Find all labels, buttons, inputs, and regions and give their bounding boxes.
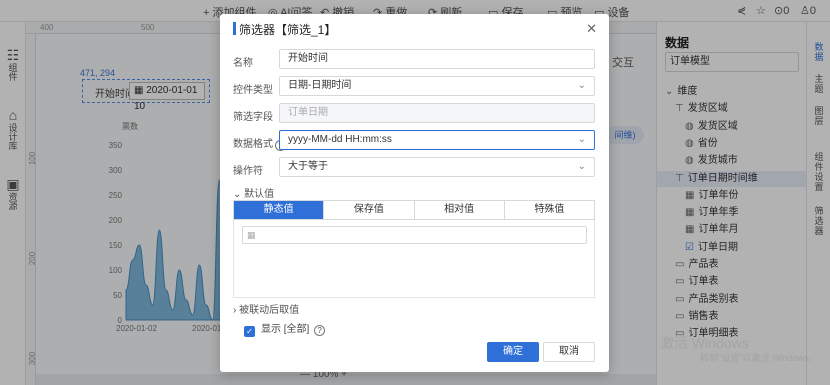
name-label: 名称 [233, 58, 253, 69]
filter-field-label: 筛选字段 [233, 112, 273, 123]
chevron-down-icon: ⌄ [577, 80, 586, 91]
operator-label: 操作符 [233, 166, 263, 177]
dialog-title: 筛选器【筛选_1】 [239, 23, 337, 37]
title-accent [233, 22, 236, 35]
show-all-checkbox[interactable]: ✓ [244, 326, 255, 337]
ok-button[interactable]: 确定 [487, 342, 539, 362]
operator-value: 大于等于 [288, 161, 328, 172]
chevron-down-icon: ⌄ [577, 161, 586, 172]
tab-saved-value[interactable]: 保存值 [324, 201, 415, 219]
default-value-tabs: 静态值 保存值 相对值 特殊值 [233, 200, 595, 220]
name-input[interactable]: 开始时间 [279, 49, 595, 69]
default-date-input[interactable]: ▦ [242, 226, 587, 244]
control-type-label: 控件类型 [233, 85, 273, 96]
tab-special-value[interactable]: 特殊值 [505, 201, 594, 219]
linked-value-section[interactable]: › 被联动后取值 [233, 301, 299, 316]
calendar-icon: ▦ [247, 230, 256, 240]
tab-static-value[interactable]: 静态值 [234, 201, 325, 219]
operator-select[interactable]: 大于等于 ⌄ [279, 157, 595, 177]
format-value: yyyy-MM-dd HH:mm:ss [288, 134, 392, 145]
activation-watermark-sub: 转到"设置"以激活 Windows。 [700, 353, 818, 363]
tab-relative-value[interactable]: 相对值 [415, 201, 505, 219]
default-value-section[interactable]: ⌄ 默认值 [233, 185, 274, 200]
filter-dialog: 筛选器【筛选_1】 ✕ 名称 开始时间 控件类型 日期-日期时间 ⌄ 筛选字段 … [220, 14, 609, 372]
format-select[interactable]: yyyy-MM-dd HH:mm:ss ⌄ [279, 130, 595, 150]
static-value-panel: ▦ [233, 220, 595, 298]
cancel-button[interactable]: 取消 [543, 342, 595, 362]
activation-watermark: 激活 Windows [660, 335, 749, 351]
help-icon[interactable]: ? [314, 325, 326, 336]
chevron-down-icon: ⌄ [577, 134, 586, 145]
close-icon[interactable]: ✕ [586, 21, 597, 37]
control-type-select[interactable]: 日期-日期时间 ⌄ [279, 76, 595, 96]
control-type-value: 日期-日期时间 [288, 80, 352, 91]
show-all-row: ✓ 显示 [全部] ? [244, 320, 326, 337]
chevron-down-icon: ⌄ [233, 189, 245, 200]
filter-field-input: 订单日期 [279, 103, 595, 123]
